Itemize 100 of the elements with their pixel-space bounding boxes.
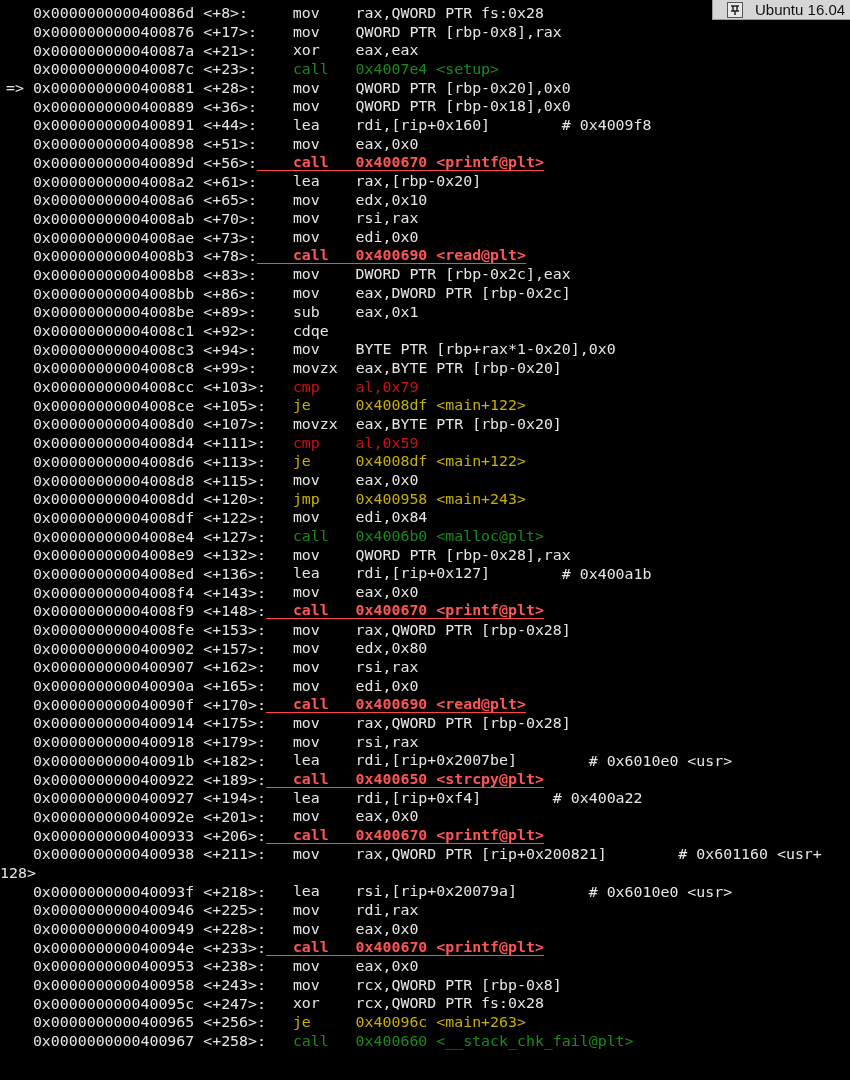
- offset-label: <+153>:: [203, 621, 266, 640]
- mnemonic: call: [292, 771, 330, 787]
- address: 0x0000000000400889: [32, 97, 196, 116]
- address: 0x000000000040087a: [32, 41, 196, 60]
- address: 0x00000000004008ce: [32, 396, 196, 415]
- mnemonic: call: [292, 529, 330, 545]
- operands: rax,QWORD PTR [rbp-0x28]: [355, 715, 571, 731]
- address: 0x000000000040093f: [32, 882, 196, 901]
- mnemonic: mov: [292, 80, 321, 96]
- offset-label: <+194>:: [203, 789, 266, 808]
- offset-label: <+247>:: [203, 994, 266, 1013]
- mnemonic: call: [292, 603, 330, 619]
- offset-label: <+44>:: [203, 116, 257, 135]
- offset-label: <+21>:: [203, 41, 257, 60]
- mnemonic: call: [292, 827, 330, 843]
- offset-label: <+115>:: [203, 471, 266, 490]
- offset-label: <+56>:: [203, 153, 257, 172]
- vm-title: Ubuntu 16.04: [755, 1, 846, 18]
- operands: 0x400670 <printf@plt>: [355, 154, 544, 170]
- address: 0x000000000040089d: [32, 153, 196, 172]
- offset-label: <+113>:: [203, 452, 266, 471]
- offset-label: <+206>:: [203, 826, 266, 845]
- mnemonic: movzx: [292, 416, 338, 432]
- address: 0x00000000004008fe: [32, 621, 196, 640]
- address: 0x0000000000400953: [32, 957, 196, 976]
- operands: 0x400690 <read@plt>: [355, 696, 526, 712]
- mnemonic: je: [292, 1014, 312, 1030]
- offset-label: <+127>:: [203, 527, 266, 546]
- operands: QWORD PTR [rbp-0x18],0x0: [355, 99, 571, 115]
- current-line-marker: =>: [6, 79, 24, 98]
- operands: rsi,[rip+0x20079a]: [355, 884, 517, 900]
- offset-label: <+162>:: [203, 658, 266, 677]
- offset-label: <+103>:: [203, 378, 266, 397]
- operands: eax,BYTE PTR [rbp-0x20]: [355, 360, 562, 376]
- address: 0x00000000004008e9: [32, 546, 196, 565]
- offset-label: <+111>:: [203, 434, 266, 453]
- operands: QWORD PTR [rbp-0x28],rax: [355, 547, 571, 563]
- address: 0x0000000000400922: [32, 770, 196, 789]
- address: 0x00000000004008dd: [32, 490, 196, 509]
- operands: 0x4008df <main+122>: [355, 454, 526, 470]
- operands: QWORD PTR [rbp-0x8],rax: [355, 24, 562, 40]
- operands: eax,0x0: [355, 809, 419, 825]
- address: 0x00000000004008c8: [32, 359, 196, 378]
- operands: 0x4008df <main+122>: [355, 398, 526, 414]
- mnemonic: cmp: [292, 379, 321, 395]
- offset-label: <+17>:: [203, 23, 257, 42]
- address: 0x0000000000400949: [32, 920, 196, 939]
- comment: # 0x6010e0 <usr>: [588, 882, 733, 901]
- address: 0x00000000004008c3: [32, 340, 196, 359]
- offset-label: <+218>:: [203, 882, 266, 901]
- operands: rdi,rax: [355, 902, 419, 918]
- operands: 0x400670 <printf@plt>: [355, 827, 544, 843]
- mnemonic: mov: [292, 192, 321, 208]
- vm-title-tab[interactable]: Ubuntu 16.04: [712, 0, 850, 20]
- operands: rcx,QWORD PTR fs:0x28: [355, 996, 544, 1012]
- mnemonic: lea: [292, 753, 321, 769]
- operands: edi,0x0: [355, 678, 419, 694]
- address: 0x000000000040090a: [32, 677, 196, 696]
- mnemonic: mov: [292, 585, 321, 601]
- address: 0x00000000004008f9: [32, 602, 196, 621]
- address: 0x00000000004008be: [32, 303, 196, 322]
- address: 0x00000000004008e4: [32, 527, 196, 546]
- offset-label: <+86>:: [203, 284, 257, 303]
- address: 0x000000000040091b: [32, 751, 196, 770]
- offset-label: <+105>:: [203, 396, 266, 415]
- mnemonic: lea: [292, 117, 321, 133]
- address: 0x00000000004008b3: [32, 247, 196, 266]
- mnemonic: mov: [292, 977, 321, 993]
- comment: # 0x601160 <usr+: [678, 845, 822, 864]
- mnemonic: mov: [292, 809, 321, 825]
- pin-icon[interactable]: [727, 1, 743, 18]
- mnemonic: cmp: [292, 435, 321, 451]
- operands: eax,eax: [355, 43, 419, 59]
- offset-label: <+179>:: [203, 733, 266, 752]
- operands: rax,QWORD PTR [rbp-0x28]: [355, 622, 571, 638]
- offset-label: <+201>:: [203, 807, 266, 826]
- mnemonic: mov: [292, 136, 321, 152]
- offset-label: <+175>:: [203, 714, 266, 733]
- mnemonic: sub: [292, 304, 321, 320]
- comment: # 0x6010e0 <usr>: [588, 751, 733, 770]
- mnemonic: call: [292, 154, 330, 170]
- address: 0x00000000004008d4: [32, 434, 196, 453]
- mnemonic: mov: [292, 286, 321, 302]
- offset-label: <+83>:: [203, 265, 257, 284]
- offset-label: <+73>:: [203, 228, 257, 247]
- address: 0x00000000004008c1: [32, 322, 196, 341]
- operands: rsi,rax: [355, 211, 419, 227]
- mnemonic: mov: [292, 342, 321, 358]
- offset-label: <+143>:: [203, 583, 266, 602]
- address: 0x00000000004008df: [32, 508, 196, 527]
- mnemonic: mov: [292, 510, 321, 526]
- operands: 0x4007e4 <setup>: [355, 61, 500, 77]
- address: 0x000000000040090f: [32, 695, 196, 714]
- address: 0x0000000000400891: [32, 116, 196, 135]
- mnemonic: mov: [292, 230, 321, 246]
- operands: eax,0x0: [355, 921, 419, 937]
- operands: rcx,QWORD PTR [rbp-0x8]: [355, 977, 562, 993]
- comment-continuation: 128>: [0, 863, 36, 882]
- offset-label: <+122>:: [203, 508, 266, 527]
- offset-label: <+157>:: [203, 639, 266, 658]
